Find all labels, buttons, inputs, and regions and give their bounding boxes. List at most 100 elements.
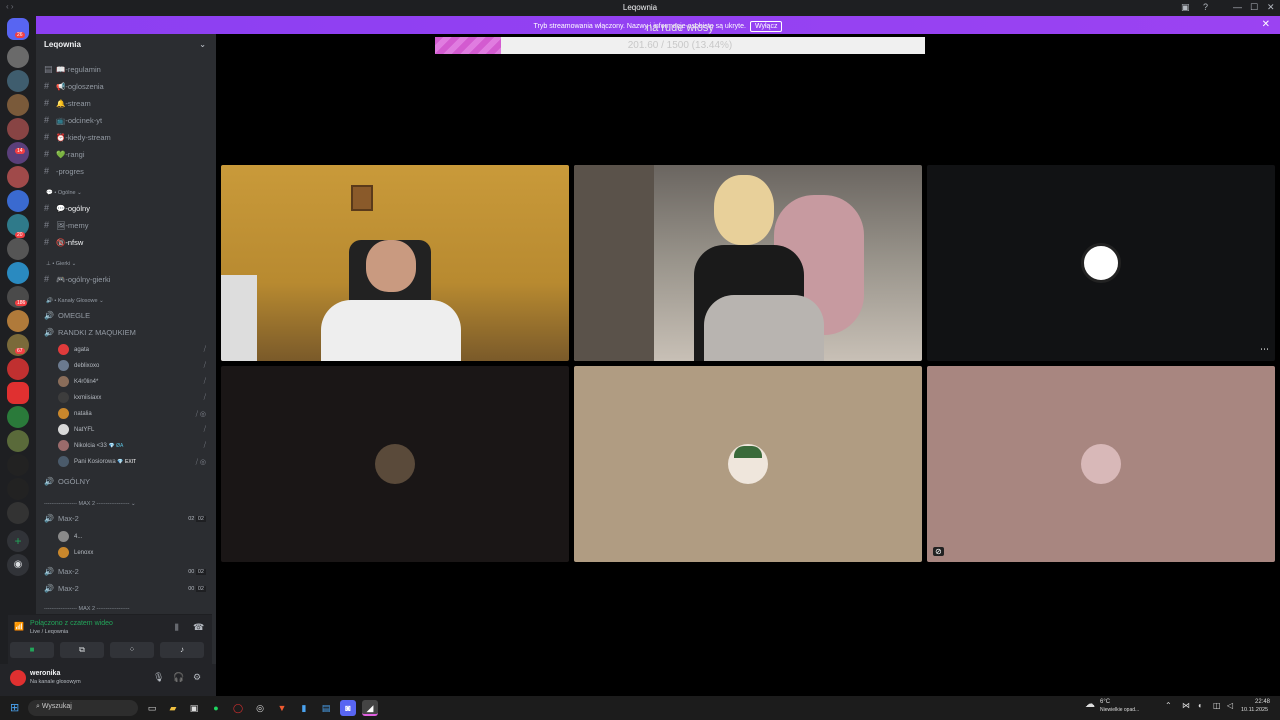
- camera-button[interactable]: ■: [10, 642, 54, 658]
- server-icon[interactable]: [7, 118, 29, 140]
- video-tile[interactable]: ⊘: [927, 366, 1275, 562]
- mute-icon: ⧸: [203, 394, 206, 401]
- voice-channel-ogolny[interactable]: 🔊 OGÓLNY: [44, 477, 90, 486]
- server-icon[interactable]: [7, 406, 29, 428]
- voice-user[interactable]: kxmiisiaxx: [58, 392, 101, 403]
- speaker-icon: 🔊: [44, 567, 54, 576]
- avatar: [58, 392, 69, 403]
- voice-user[interactable]: K4r0lin4*: [58, 376, 98, 387]
- voice-channel-omegle[interactable]: 🔊 OMEGLE: [44, 311, 90, 320]
- voice-channel-max2[interactable]: 🔊 Max-2: [44, 514, 79, 523]
- channel-ogloszenia[interactable]: # 📢-ogloszenia: [44, 81, 104, 95]
- server-icon[interactable]: [7, 430, 29, 452]
- voice-user[interactable]: natalia: [58, 408, 92, 419]
- brave-icon[interactable]: ▼: [274, 700, 290, 716]
- voice-user[interactable]: deblixoxo: [58, 360, 99, 371]
- app-icon[interactable]: ▤: [318, 700, 334, 716]
- video-tile[interactable]: ⋯: [927, 165, 1275, 361]
- server-icon[interactable]: [7, 70, 29, 92]
- minimize-button[interactable]: —: [1233, 2, 1242, 12]
- channel-odcinek-yt[interactable]: # 📺-odcinek-yt: [44, 115, 102, 129]
- spotify-icon[interactable]: ●: [208, 700, 224, 716]
- soundboard-button[interactable]: ♪: [160, 642, 204, 658]
- gear-icon[interactable]: ⚙: [193, 672, 201, 683]
- voice-user[interactable]: 4...: [58, 531, 82, 542]
- inbox-icon[interactable]: ▣: [1181, 2, 1190, 13]
- server-header[interactable]: Leqownia ⌄: [36, 34, 216, 58]
- channel-progres[interactable]: # -progres: [44, 166, 84, 180]
- voice-channel-randki[interactable]: 🔊 RANDKI Z MAQUKIEM: [44, 328, 136, 337]
- activities-button[interactable]: ⁘: [110, 642, 154, 658]
- task-view-icon[interactable]: ▭: [144, 700, 160, 716]
- windows-start-icon[interactable]: ⊞: [10, 701, 19, 714]
- volume-icon[interactable]: ◁: [1227, 701, 1233, 710]
- store-icon[interactable]: ▣: [186, 700, 202, 716]
- server-icon[interactable]: [7, 310, 29, 332]
- opera-icon[interactable]: ◯: [230, 700, 246, 716]
- explore-icon[interactable]: ◉: [7, 554, 29, 576]
- server-icon[interactable]: [7, 46, 29, 68]
- video-tile[interactable]: [221, 366, 569, 562]
- microphone-icon[interactable]: 🎙: [153, 672, 164, 683]
- video-tile[interactable]: [574, 165, 922, 361]
- server-icon[interactable]: [7, 94, 29, 116]
- server-icon[interactable]: [7, 190, 29, 212]
- voice-user[interactable]: NatYFL: [58, 424, 94, 435]
- avatar[interactable]: [10, 670, 26, 686]
- channel-stream[interactable]: # 🔔-stream: [44, 98, 91, 112]
- help-icon[interactable]: ?: [1203, 2, 1208, 12]
- more-options-icon[interactable]: ⋯: [1260, 344, 1269, 355]
- close-window-button[interactable]: ✕: [1267, 2, 1275, 13]
- server-icon[interactable]: [7, 454, 29, 476]
- server-icon[interactable]: [7, 358, 29, 380]
- voice-user[interactable]: agata: [58, 344, 89, 355]
- server-icon[interactable]: [7, 502, 29, 524]
- voice-user[interactable]: Nikolcia <33 💎 ØA: [58, 440, 123, 451]
- noise-suppression-icon[interactable]: ⫼: [175, 623, 179, 633]
- tray-icon[interactable]: ◐: [1198, 701, 1203, 710]
- close-icon[interactable]: ✕: [1262, 19, 1270, 30]
- channel-nfsw[interactable]: # 🔞-nfsw: [44, 237, 83, 251]
- voice-user[interactable]: Lenoxx: [58, 547, 93, 558]
- category-max2[interactable]: ------------------ MAX 2 ---------------…: [44, 501, 136, 507]
- add-server-icon[interactable]: +: [7, 530, 29, 552]
- wifi-icon[interactable]: ◫: [1213, 701, 1221, 710]
- voice-channel-max2[interactable]: 🔊 Max-2: [44, 584, 79, 593]
- server-icon[interactable]: [7, 238, 29, 260]
- headphones-icon[interactable]: 🎧: [173, 672, 184, 683]
- chrome-icon[interactable]: ◎: [252, 700, 268, 716]
- voice-channel-name[interactable]: Live / Leqownia: [30, 629, 68, 635]
- channel-kiedy-stream[interactable]: # ⏰-kiedy-stream: [44, 132, 111, 146]
- server-icon-active[interactable]: [7, 382, 29, 404]
- channel-ogolny[interactable]: # 💬-ogólny: [44, 203, 90, 217]
- taskbar-search[interactable]: ⌕ Wyszukaj: [28, 700, 138, 716]
- weather-icon[interactable]: ☁: [1085, 699, 1095, 710]
- voice-channel-max2[interactable]: 🔊 Max-2: [44, 567, 79, 576]
- category-ogolne[interactable]: 💬 • Ogólne ⌄: [46, 190, 82, 196]
- server-icon[interactable]: [7, 262, 29, 284]
- server-icon[interactable]: [7, 478, 29, 500]
- voice-user[interactable]: Pani Kosiorowa 💎 EXIT: [58, 456, 136, 467]
- network-icon[interactable]: ⋈: [1182, 701, 1190, 710]
- video-tile[interactable]: [221, 165, 569, 361]
- category-voice[interactable]: 🔊 • Kanały Głosowe ⌄: [46, 298, 104, 304]
- channel-regulamin[interactable]: ▤ 📖-regulamin: [44, 64, 101, 78]
- server-icon[interactable]: [7, 166, 29, 188]
- channel-ogolny-gierki[interactable]: # 🎮-ogólny-gierki: [44, 274, 110, 288]
- chevron-up-icon[interactable]: ⌃: [1165, 701, 1172, 710]
- clock-date[interactable]: 10.11.2025: [1241, 707, 1268, 713]
- video-tile[interactable]: [574, 366, 922, 562]
- screen-share-button[interactable]: ⧉: [60, 642, 104, 658]
- avatar: [58, 344, 69, 355]
- clock-time[interactable]: 22:48: [1255, 699, 1270, 705]
- file-explorer-icon[interactable]: ▰: [165, 700, 181, 716]
- category-gierki[interactable]: ⊥ • Gierki ⌄: [46, 261, 76, 267]
- channel-rangi[interactable]: # 💚-rangi: [44, 149, 85, 163]
- disconnect-icon[interactable]: ☎: [193, 622, 204, 633]
- category-max2[interactable]: ------------------ MAX 2 ---------------…: [44, 606, 130, 612]
- channel-memy[interactable]: # 🖼-memy: [44, 220, 88, 234]
- app-icon[interactable]: ▮: [296, 700, 312, 716]
- maximize-button[interactable]: ☐: [1250, 2, 1258, 13]
- obs-icon[interactable]: ◢: [362, 700, 378, 716]
- discord-icon[interactable]: ◙: [340, 700, 356, 716]
